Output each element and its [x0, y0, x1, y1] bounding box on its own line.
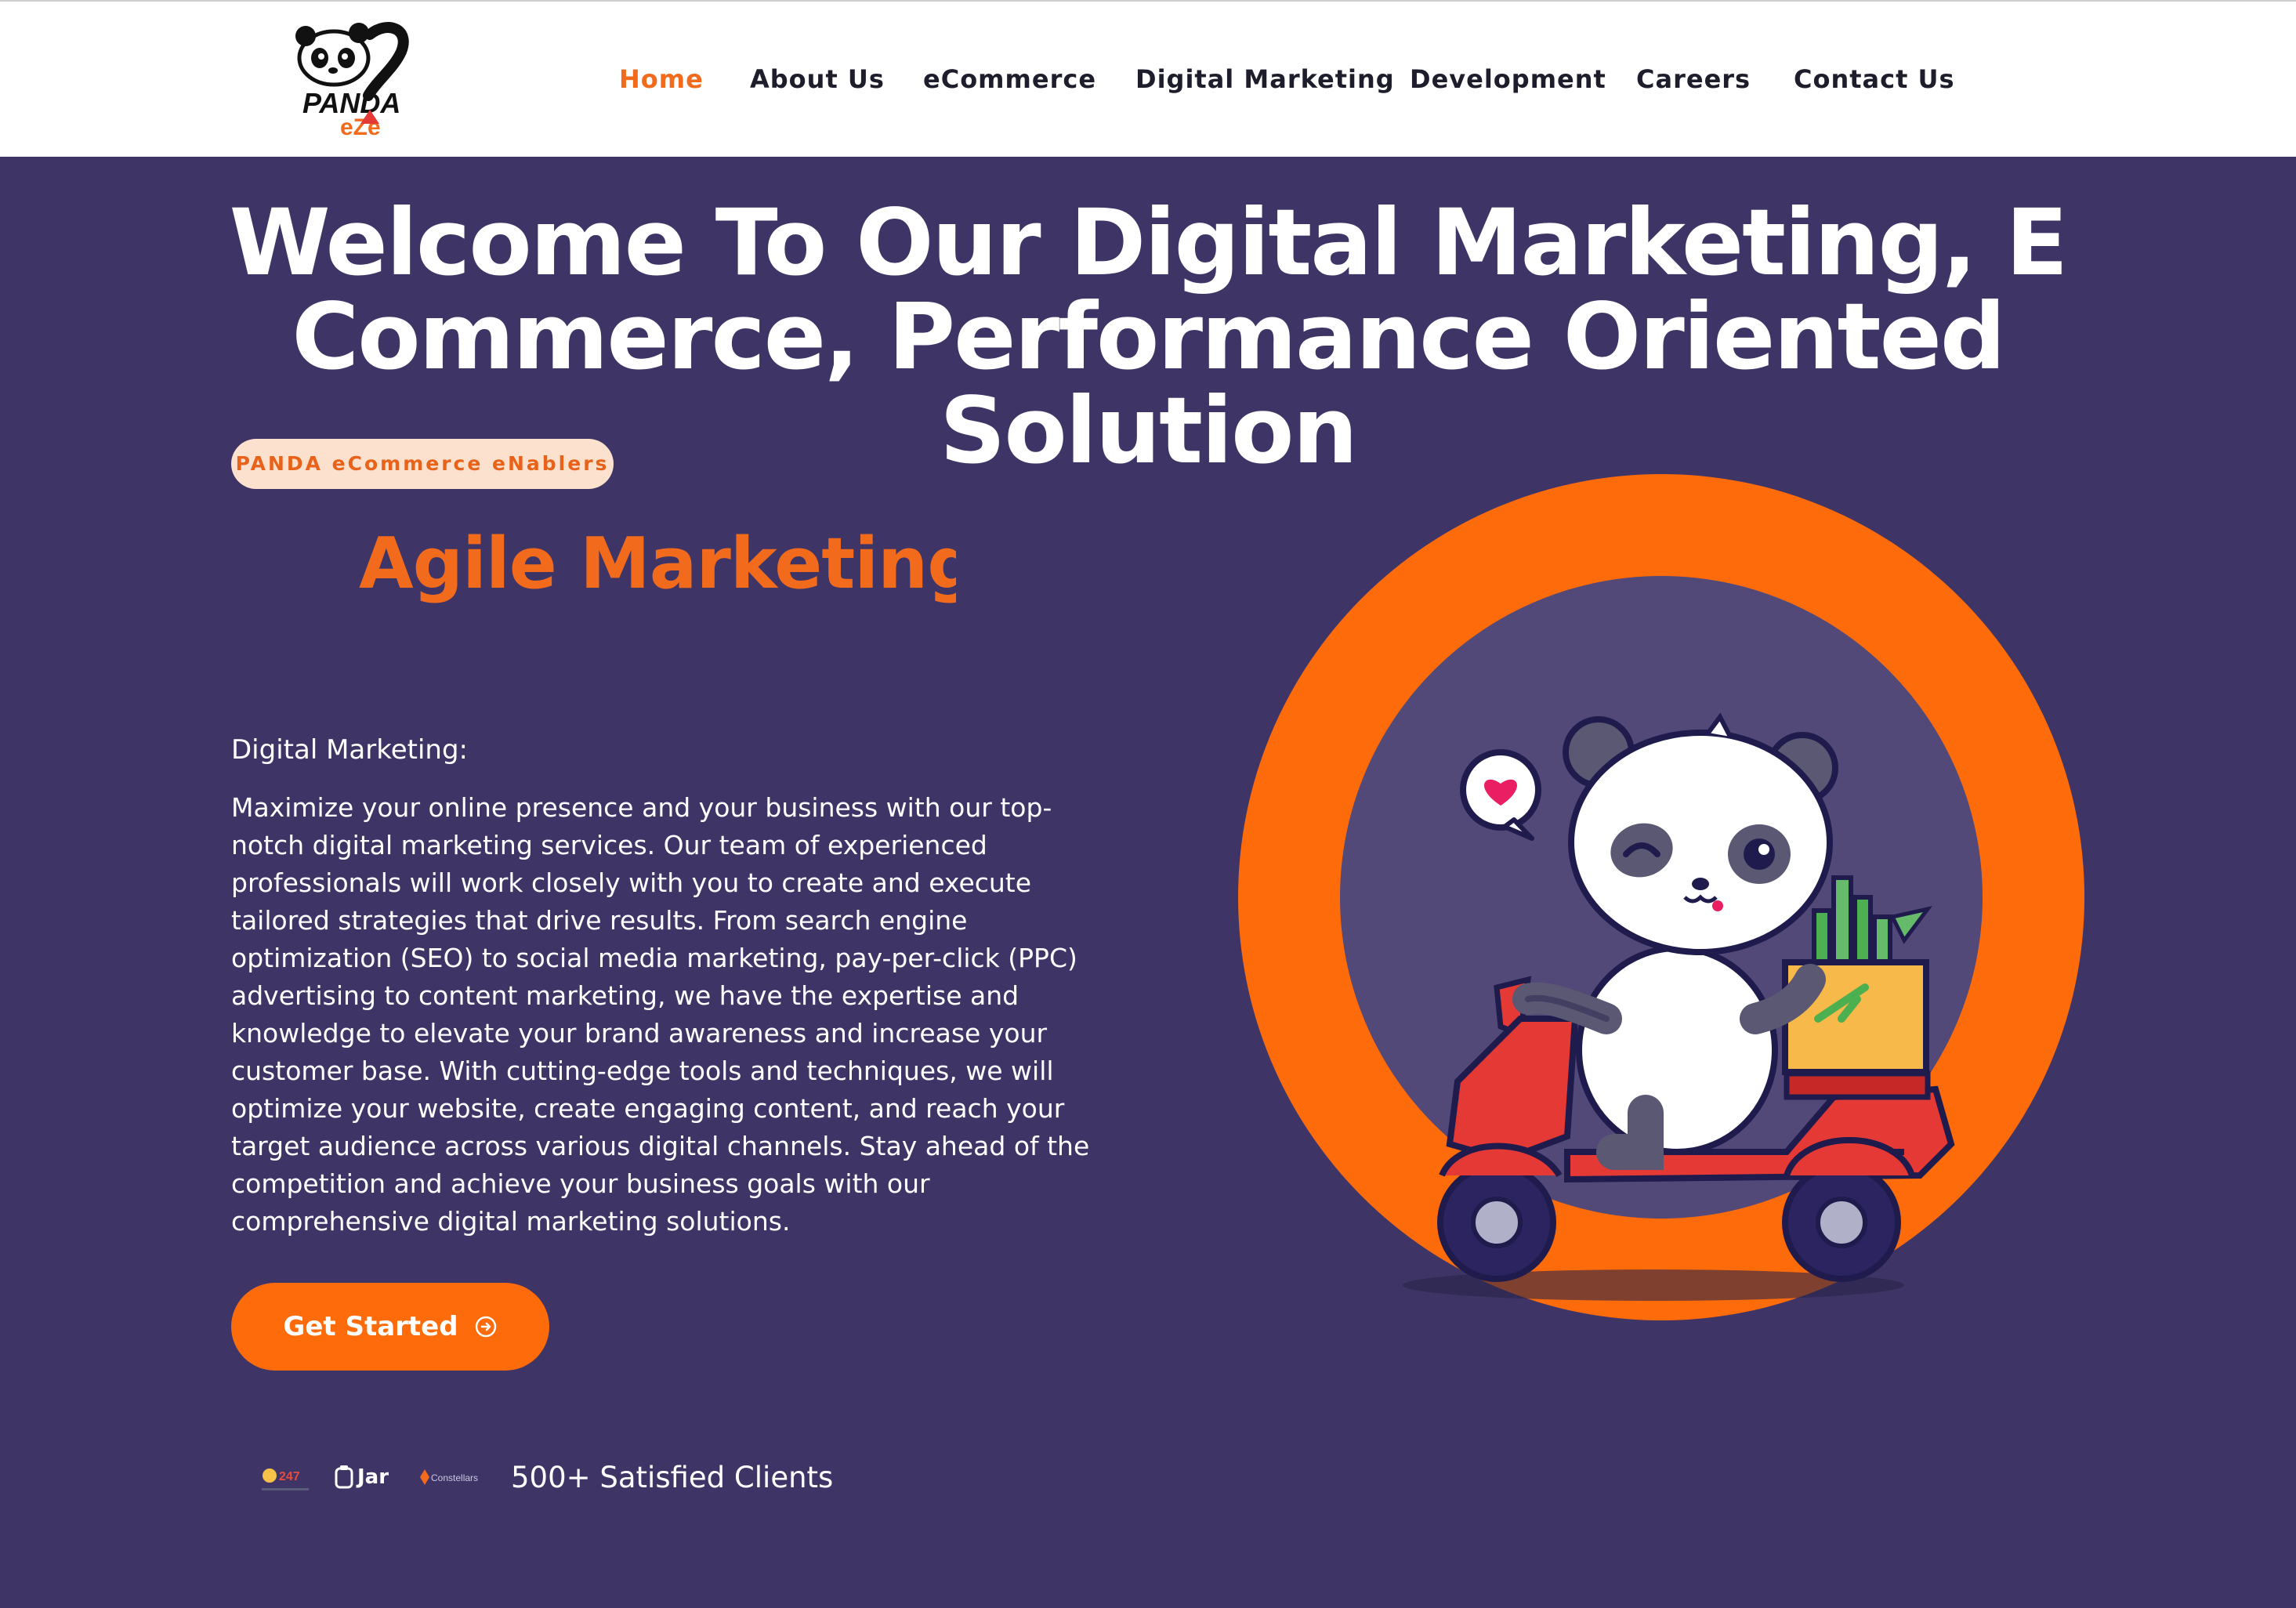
nav-home[interactable]: Home: [619, 63, 704, 96]
site-header: PANDA eZe Home About Us eCommerce Digita…: [0, 2, 2296, 157]
brand-badge: PANDA eCommerce eNablers: [231, 439, 614, 489]
main-nav: Home About Us eCommerce Digital Marketin…: [0, 2, 2296, 157]
nav-about-us[interactable]: About Us: [750, 63, 885, 96]
client-logo-247: 247: [262, 1469, 309, 1490]
client-logo-jar: Jar: [334, 1458, 389, 1496]
svg-text:Constellars: Constellars: [431, 1472, 478, 1483]
panda-scooter-illustration: [1238, 474, 2084, 1320]
nav-development[interactable]: Development: [1410, 63, 1606, 96]
svg-text:247: 247: [279, 1470, 300, 1483]
hero-title: Welcome To Our Digital Marketing, E Comm…: [129, 196, 2167, 478]
arrow-circle-right-icon: [475, 1316, 496, 1338]
get-started-button[interactable]: Get Started: [231, 1283, 549, 1371]
nav-careers[interactable]: Careers: [1636, 63, 1751, 96]
client-logos: 247 Jar Constellars 500+ Satisfied Clien…: [259, 1446, 1042, 1508]
description-text: Maximize your online presence and your b…: [231, 792, 1090, 1237]
get-started-label: Get Started: [283, 1311, 458, 1342]
nav-contact-us[interactable]: Contact Us: [1794, 63, 1955, 96]
hero-title-line-1: Welcome To Our Digital Marketing, E: [229, 189, 2069, 296]
client-logo-constellars: Constellars: [420, 1469, 478, 1485]
rotating-headline-text: Agile Marketing: [359, 523, 956, 605]
jar-icon: [335, 1465, 353, 1489]
nav-digital-marketing[interactable]: Digital Marketing: [1135, 63, 1395, 96]
satisfied-clients-count: 500+ Satisfied Clients: [511, 1461, 834, 1494]
nav-ecommerce[interactable]: eCommerce: [923, 63, 1096, 96]
section-label: Digital Marketing:: [231, 734, 468, 766]
rotating-headline: Agile Marketing: [345, 519, 956, 611]
